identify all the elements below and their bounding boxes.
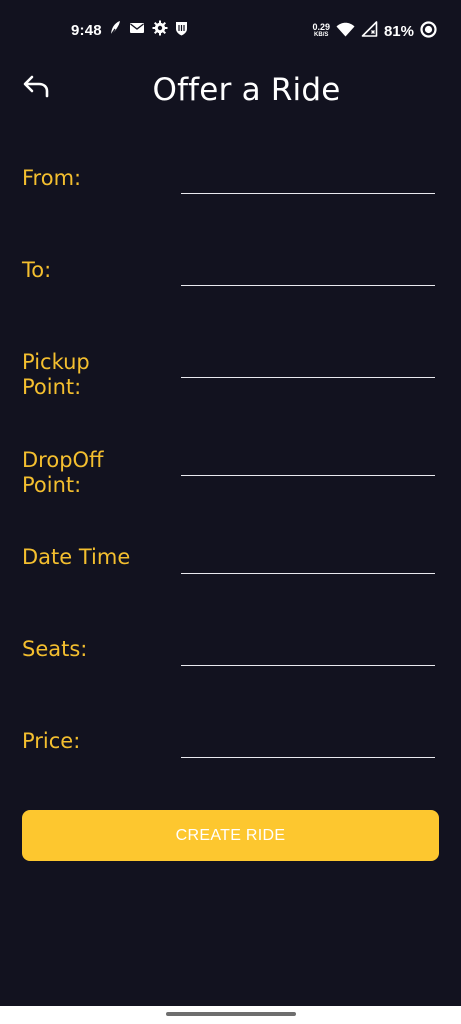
pickup-point-label: Pickup Point:: [22, 350, 90, 399]
battery-icon: [420, 20, 437, 42]
from-label: From:: [22, 166, 82, 190]
price-label: Price:: [22, 729, 81, 753]
create-ride-button[interactable]: CREATE RIDE: [22, 810, 439, 861]
mail-notification-icon: [129, 21, 145, 41]
cellular-signal-icon: [361, 21, 378, 41]
network-speed: 0.29 KB/S: [312, 23, 330, 39]
settings-gear-icon: [152, 20, 168, 42]
pickup-point-input[interactable]: [181, 348, 435, 378]
battery-percent: 81%: [383, 22, 414, 40]
dropoff-point-label: DropOff Point:: [22, 448, 104, 497]
status-time: 9:48: [71, 22, 102, 39]
dropoff-point-input[interactable]: [181, 446, 435, 476]
status-bar: 9:48 0.29 KB/S 81%: [0, 0, 461, 62]
price-input[interactable]: [181, 728, 435, 758]
date-time-label: Date Time: [22, 545, 131, 569]
status-notification-icons: [108, 20, 188, 42]
to-input[interactable]: [181, 256, 435, 286]
seats-label: Seats:: [22, 637, 88, 661]
page-title: Offer a Ride: [152, 72, 341, 108]
network-speed-unit: KB/S: [314, 32, 329, 38]
date-time-input[interactable]: [181, 544, 435, 574]
status-system-icons: 0.29 KB/S 81%: [312, 20, 437, 42]
home-indicator[interactable]: [166, 1012, 296, 1016]
to-label: To:: [22, 258, 52, 282]
shield-app-icon: [175, 21, 188, 42]
from-input[interactable]: [181, 164, 435, 194]
seats-input[interactable]: [181, 636, 435, 666]
app-screen: 9:48 0.29 KB/S 81% Offer a Ride From: To…: [0, 0, 461, 1006]
wifi-icon: [336, 22, 355, 41]
network-speed-value: 0.29: [312, 22, 330, 32]
feather-app-icon: [108, 20, 122, 42]
